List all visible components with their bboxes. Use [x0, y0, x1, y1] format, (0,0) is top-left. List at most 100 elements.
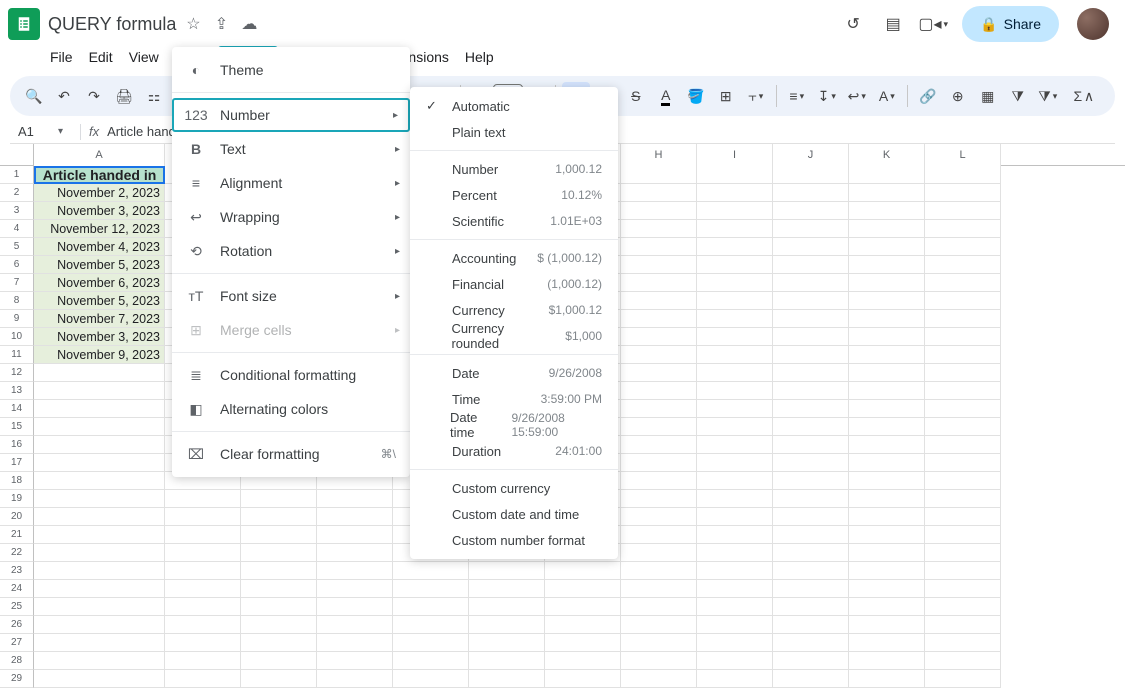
cell[interactable] — [773, 202, 849, 220]
cell[interactable] — [697, 400, 773, 418]
cell[interactable] — [697, 220, 773, 238]
row-header[interactable]: 18 — [0, 472, 34, 490]
cell[interactable] — [849, 400, 925, 418]
cell[interactable] — [241, 544, 317, 562]
fill-color-button[interactable]: 🪣 — [682, 82, 710, 110]
cell[interactable] — [925, 292, 1001, 310]
cell[interactable] — [621, 292, 697, 310]
name-box[interactable]: A1 — [10, 124, 58, 139]
cell[interactable] — [241, 634, 317, 652]
cell[interactable] — [925, 670, 1001, 688]
cell[interactable] — [165, 490, 241, 508]
cell[interactable] — [849, 616, 925, 634]
cell[interactable] — [621, 454, 697, 472]
cell[interactable] — [469, 670, 545, 688]
number-format-plain-text[interactable]: Plain text — [410, 119, 618, 145]
select-all-corner[interactable] — [0, 144, 34, 166]
cell[interactable] — [849, 652, 925, 670]
cell[interactable] — [393, 652, 469, 670]
cell[interactable] — [849, 580, 925, 598]
cell[interactable] — [393, 670, 469, 688]
cell[interactable] — [697, 238, 773, 256]
number-format-number[interactable]: Number1,000.12 — [410, 156, 618, 182]
cell[interactable] — [773, 418, 849, 436]
cell[interactable] — [621, 166, 697, 184]
cell[interactable] — [773, 436, 849, 454]
cell[interactable] — [317, 598, 393, 616]
menu-view[interactable]: View — [121, 46, 167, 68]
cell[interactable] — [34, 472, 165, 490]
cell[interactable] — [621, 652, 697, 670]
row-header[interactable]: 22 — [0, 544, 34, 562]
cell[interactable] — [317, 526, 393, 544]
number-format-duration[interactable]: Duration24:01:00 — [410, 438, 618, 464]
cell[interactable] — [697, 256, 773, 274]
cell[interactable] — [317, 580, 393, 598]
account-avatar[interactable] — [1077, 8, 1109, 40]
cell[interactable] — [621, 490, 697, 508]
cell[interactable] — [241, 598, 317, 616]
cell[interactable] — [34, 544, 165, 562]
cell[interactable] — [925, 580, 1001, 598]
filter-views-icon[interactable]: ⧩▾ — [1034, 82, 1062, 110]
cell[interactable] — [393, 634, 469, 652]
cell[interactable] — [773, 508, 849, 526]
document-title[interactable]: QUERY formula — [48, 14, 176, 35]
cell[interactable] — [925, 454, 1001, 472]
cell[interactable] — [165, 670, 241, 688]
column-header[interactable]: K — [849, 144, 925, 166]
cell[interactable] — [317, 616, 393, 634]
print-icon[interactable]: 🖨 — [110, 82, 138, 110]
cell[interactable] — [849, 292, 925, 310]
cell[interactable] — [34, 670, 165, 688]
cell[interactable] — [621, 562, 697, 580]
cell[interactable] — [34, 454, 165, 472]
cell[interactable] — [849, 634, 925, 652]
cell[interactable] — [545, 598, 621, 616]
cell[interactable] — [697, 544, 773, 562]
undo-icon[interactable]: ↶ — [50, 82, 78, 110]
cell[interactable]: November 12, 2023 — [34, 220, 165, 238]
row-header[interactable]: 29 — [0, 670, 34, 688]
cell[interactable] — [34, 652, 165, 670]
menu-file[interactable]: File — [42, 46, 81, 68]
cell[interactable] — [621, 274, 697, 292]
cell[interactable] — [621, 310, 697, 328]
cell[interactable]: November 3, 2023 — [34, 328, 165, 346]
row-header[interactable]: 14 — [0, 400, 34, 418]
cell[interactable] — [849, 256, 925, 274]
cell[interactable] — [925, 616, 1001, 634]
cell[interactable] — [241, 580, 317, 598]
link-icon[interactable]: 🔗 — [914, 82, 942, 110]
cell[interactable]: November 9, 2023 — [34, 346, 165, 364]
cell[interactable] — [697, 634, 773, 652]
cell[interactable] — [621, 598, 697, 616]
cell[interactable] — [34, 580, 165, 598]
cell[interactable] — [241, 508, 317, 526]
cell[interactable] — [34, 418, 165, 436]
number-format-custom-currency[interactable]: Custom currency — [410, 475, 618, 501]
text-color-button[interactable]: A — [652, 82, 680, 110]
cell[interactable] — [165, 598, 241, 616]
cell[interactable] — [621, 184, 697, 202]
cell[interactable] — [621, 256, 697, 274]
cell[interactable]: November 5, 2023 — [34, 292, 165, 310]
row-header[interactable]: 4 — [0, 220, 34, 238]
column-header[interactable]: A — [34, 144, 165, 166]
meet-icon[interactable]: ▢◂▾ — [922, 13, 944, 35]
cell[interactable] — [849, 220, 925, 238]
cell[interactable]: November 4, 2023 — [34, 238, 165, 256]
cell[interactable] — [697, 184, 773, 202]
column-header[interactable]: J — [773, 144, 849, 166]
cell[interactable] — [697, 526, 773, 544]
cell[interactable] — [621, 670, 697, 688]
cell[interactable] — [773, 490, 849, 508]
number-format-percent[interactable]: Percent10.12% — [410, 182, 618, 208]
row-header[interactable]: 16 — [0, 436, 34, 454]
row-header[interactable]: 27 — [0, 634, 34, 652]
cell[interactable] — [697, 454, 773, 472]
cell[interactable] — [241, 670, 317, 688]
cell[interactable] — [621, 238, 697, 256]
cell[interactable] — [697, 346, 773, 364]
cell[interactable] — [849, 328, 925, 346]
